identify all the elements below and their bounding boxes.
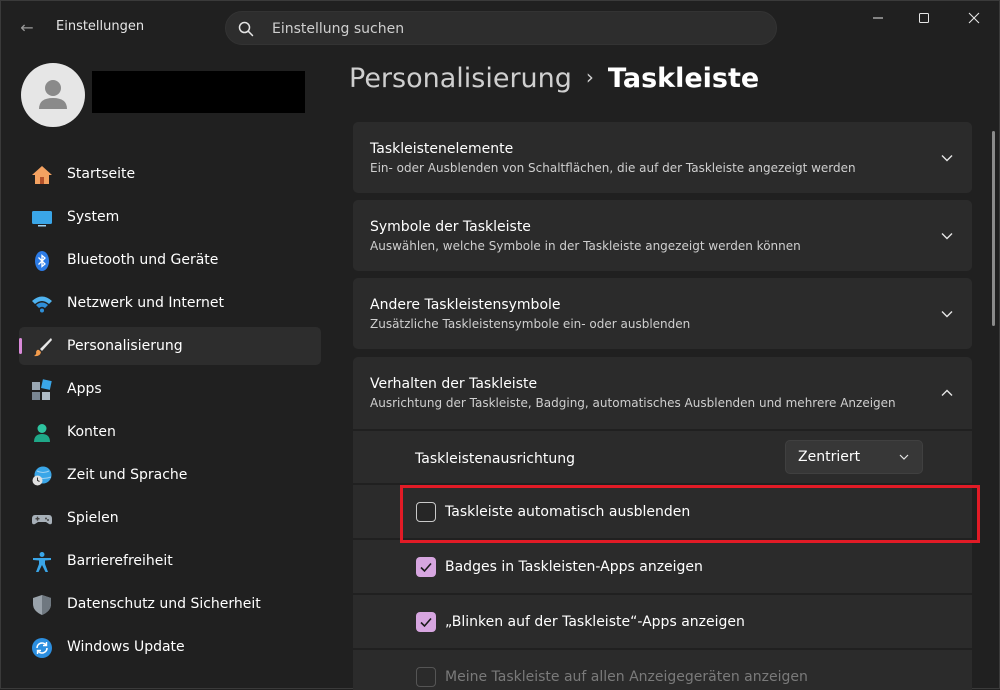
- globe-clock-icon: [32, 466, 52, 486]
- search-icon: [238, 21, 254, 37]
- sidebar-item-label: Bluetooth und Geräte: [67, 252, 219, 268]
- person-icon: [34, 424, 50, 442]
- card-subtitle: Ausrichtung der Taskleiste, Badging, aut…: [370, 396, 896, 410]
- minimize-icon[interactable]: [855, 9, 901, 29]
- card-symbole-taskleiste[interactable]: Symbole der Taskleiste Auswählen, welche…: [353, 200, 972, 271]
- option-label: Meine Taskleiste auf allen Anzeigegeräte…: [445, 669, 808, 685]
- search-box[interactable]: [225, 11, 777, 45]
- card-verhalten-taskleiste[interactable]: Verhalten der Taskleiste Ausrichtung der…: [353, 357, 972, 429]
- row-blinken[interactable]: „Blinken auf der Taskleiste“-Apps anzeig…: [353, 595, 972, 648]
- chevron-down-icon: [941, 311, 953, 318]
- badges-checkbox[interactable]: [416, 557, 436, 577]
- alignment-label: Taskleistenausrichtung: [415, 451, 575, 467]
- sidebar-item-konten[interactable]: Konten: [19, 413, 321, 451]
- update-icon: [32, 638, 52, 658]
- sidebar-item-label: Datenschutz und Sicherheit: [67, 596, 261, 612]
- breadcrumb-parent[interactable]: Personalisierung: [349, 63, 572, 94]
- option-label: Badges in Taskleisten-Apps anzeigen: [445, 559, 703, 575]
- search-input[interactable]: [270, 17, 764, 41]
- avatar[interactable]: [21, 63, 85, 127]
- chevron-down-icon: [899, 454, 909, 460]
- sidebar-item-windows-update[interactable]: Windows Update: [19, 628, 321, 666]
- checkmark-icon: [420, 562, 432, 573]
- card-title: Symbole der Taskleiste: [370, 219, 531, 235]
- sidebar-item-barrierefreiheit[interactable]: Barrierefreiheit: [19, 542, 321, 580]
- sidebar-item-label: Spielen: [67, 510, 119, 526]
- alignment-value: Zentriert: [798, 449, 861, 465]
- shield-icon: [33, 595, 51, 615]
- sidebar-item-apps[interactable]: Apps: [19, 370, 321, 408]
- sidebar-item-label: Apps: [67, 381, 102, 397]
- brush-icon: [34, 338, 52, 357]
- gamepad-icon: [32, 515, 52, 525]
- card-title: Taskleistenelemente: [370, 141, 514, 157]
- sidebar-item-label: Personalisierung: [67, 338, 183, 354]
- sidebar-item-label: System: [67, 209, 120, 225]
- chevron-down-icon: [941, 233, 953, 240]
- sidebar-item-datenschutz[interactable]: Datenschutz und Sicherheit: [19, 585, 321, 623]
- sidebar-item-label: Windows Update: [67, 639, 185, 655]
- back-arrow-icon[interactable]: ←: [15, 17, 39, 39]
- sidebar-item-label: Barrierefreiheit: [67, 553, 173, 569]
- highlight-frame: [400, 485, 980, 543]
- monitor-icon: [32, 211, 52, 227]
- scrollbar[interactable]: [992, 131, 995, 326]
- maximize-icon[interactable]: [901, 9, 947, 29]
- card-andere-taskleistensymbole[interactable]: Andere Taskleistensymbole Zusätzliche Ta…: [353, 278, 972, 349]
- sidebar-item-label: Netzwerk und Internet: [67, 295, 224, 311]
- alignment-dropdown[interactable]: Zentriert: [785, 440, 923, 474]
- card-subtitle: Ein- oder Ausblenden von Schaltflächen, …: [370, 161, 856, 175]
- chevron-down-icon: [941, 155, 953, 162]
- card-taskleistenelemente[interactable]: Taskleistenelemente Ein- oder Ausblenden…: [353, 122, 972, 193]
- sidebar-item-bluetooth[interactable]: Bluetooth und Geräte: [19, 241, 321, 279]
- bluetooth-icon: [35, 251, 49, 271]
- sidebar-item-system[interactable]: System: [19, 198, 321, 236]
- sidebar-item-label: Startseite: [67, 166, 136, 182]
- chevron-up-icon: [941, 389, 953, 396]
- breadcrumb-separator: ›: [585, 65, 594, 89]
- all-displays-checkbox[interactable]: [416, 667, 436, 687]
- apps-icon: [32, 379, 52, 400]
- row-taskleistenausrichtung: Taskleistenausrichtung Zentriert: [353, 431, 972, 483]
- wifi-icon: [32, 296, 52, 313]
- accessibility-icon: [33, 552, 51, 572]
- close-icon[interactable]: [951, 9, 997, 29]
- sidebar-item-zeit-sprache[interactable]: Zeit und Sprache: [19, 456, 321, 494]
- option-label: „Blinken auf der Taskleiste“-Apps anzeig…: [445, 614, 745, 630]
- title-bar: ← Einstellungen: [1, 1, 1000, 55]
- settings-window: ← Einstellungen Startseite System: [0, 0, 1000, 690]
- user-avatar-icon: [39, 80, 67, 109]
- card-subtitle: Zusätzliche Taskleistensymbole ein- oder…: [370, 317, 691, 331]
- card-title: Verhalten der Taskleiste: [370, 376, 538, 392]
- sidebar-item-startseite[interactable]: Startseite: [19, 155, 321, 193]
- row-badges[interactable]: Badges in Taskleisten-Apps anzeigen: [353, 540, 972, 593]
- app-title: Einstellungen: [56, 19, 145, 34]
- breadcrumb: Personalisierung › Taskleiste: [349, 63, 759, 94]
- checkmark-icon: [420, 617, 432, 628]
- card-title: Andere Taskleistensymbole: [370, 297, 561, 313]
- home-icon: [32, 166, 52, 184]
- sidebar-item-label: Konten: [67, 424, 116, 440]
- row-all-displays[interactable]: Meine Taskleiste auf allen Anzeigegeräte…: [353, 650, 972, 690]
- sidebar-item-label: Zeit und Sprache: [67, 467, 188, 483]
- blinken-checkbox[interactable]: [416, 612, 436, 632]
- card-subtitle: Auswählen, welche Symbole in der Tasklei…: [370, 239, 801, 253]
- sidebar-item-personalisierung[interactable]: Personalisierung: [19, 327, 321, 365]
- sidebar-nav: Startseite System Bluetooth und Geräte N…: [19, 155, 321, 671]
- redacted-account-name: [92, 71, 305, 113]
- sidebar-item-spielen[interactable]: Spielen: [19, 499, 321, 537]
- sidebar-item-netzwerk[interactable]: Netzwerk und Internet: [19, 284, 321, 322]
- page-title: Taskleiste: [607, 63, 760, 94]
